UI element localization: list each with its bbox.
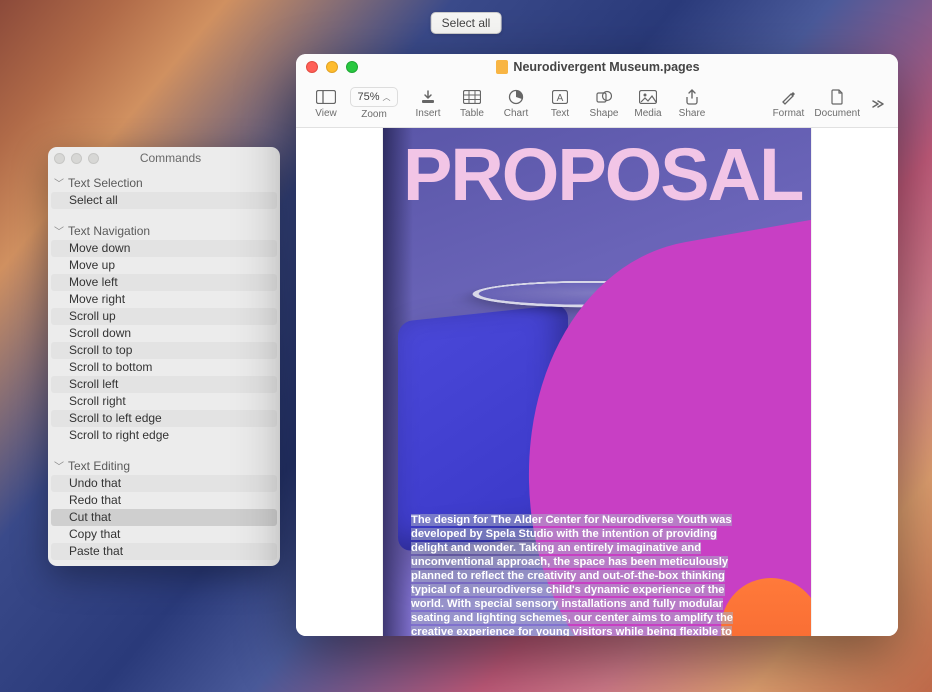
media-icon [639, 88, 657, 106]
view-button[interactable]: View [304, 82, 348, 126]
shape-icon [596, 88, 612, 106]
text-label: Text [551, 108, 569, 119]
command-scroll-down[interactable]: Scroll down [51, 325, 277, 342]
document-title-text: Neurodivergent Museum.pages [513, 60, 699, 74]
selected-text[interactable]: The design for The Alder Center for Neur… [411, 514, 733, 636]
pages-toolbar: View 75% ︿ Zoom Insert Table Chart [296, 80, 898, 128]
zoom-value: 75% [357, 91, 379, 103]
document-icon [831, 88, 844, 106]
group-label: Text Editing [68, 459, 130, 473]
insert-button[interactable]: Insert [406, 82, 450, 126]
voice-control-tooltip: Select all [431, 12, 502, 34]
document-canvas[interactable]: PROPOSAL The design for The Alder Center… [296, 128, 898, 636]
group-label: Text Navigation [68, 224, 150, 238]
share-button[interactable]: Share [670, 82, 714, 126]
media-button[interactable]: Media [626, 82, 670, 126]
command-paste-that[interactable]: Paste that [51, 543, 277, 560]
media-label: Media [634, 108, 661, 119]
share-label: Share [679, 108, 706, 119]
group-label: Text Selection [68, 176, 143, 190]
close-button[interactable] [54, 153, 65, 164]
svg-text:A: A [557, 93, 564, 104]
share-icon [685, 88, 699, 106]
commands-title: Commands [67, 151, 274, 165]
chevron-down-icon: ﹀ [54, 458, 64, 473]
shape-button[interactable]: Shape [582, 82, 626, 126]
command-scroll-to-right-edge[interactable]: Scroll to right edge [51, 427, 277, 444]
command-redo-that[interactable]: Redo that [51, 492, 277, 509]
command-undo-that[interactable]: Undo that [51, 475, 277, 492]
chart-label: Chart [504, 108, 528, 119]
pages-window: Neurodivergent Museum.pages View 75% ︿ Z… [296, 54, 898, 636]
document-label: Document [814, 108, 860, 119]
chevron-down-icon: ﹀ [54, 175, 64, 190]
text-button[interactable]: A Text [538, 82, 582, 126]
zoom-label: Zoom [361, 109, 387, 120]
insert-icon [420, 88, 436, 106]
document-button[interactable]: Document [810, 82, 864, 126]
chevron-down-icon: ︿ [383, 92, 391, 103]
group-text-selection[interactable]: ﹀ Text Selection [48, 169, 280, 192]
command-select-all[interactable]: Select all [51, 192, 277, 209]
command-scroll-to-top[interactable]: Scroll to top [51, 342, 277, 359]
view-label: View [315, 108, 337, 119]
shape-label: Shape [590, 108, 619, 119]
pages-doc-icon [496, 60, 508, 74]
commands-titlebar: Commands [48, 147, 280, 169]
chart-icon [508, 88, 524, 106]
command-scroll-to-left-edge[interactable]: Scroll to left edge [51, 410, 277, 427]
format-icon [780, 88, 796, 106]
sidebar-icon [316, 88, 336, 106]
command-move-right[interactable]: Move right [51, 291, 277, 308]
document-page[interactable]: PROPOSAL The design for The Alder Center… [383, 128, 811, 636]
zoom-control[interactable]: 75% ︿ Zoom [348, 87, 400, 120]
table-button[interactable]: Table [450, 82, 494, 126]
group-text-navigation[interactable]: ﹀ Text Navigation [48, 217, 280, 240]
command-cut-that[interactable]: Cut that [51, 509, 277, 526]
command-scroll-up[interactable]: Scroll up [51, 308, 277, 325]
command-move-down[interactable]: Move down [51, 240, 277, 257]
table-icon [463, 88, 481, 106]
toolbar-overflow-button[interactable] [864, 97, 890, 111]
insert-label: Insert [415, 108, 440, 119]
format-button[interactable]: Format [766, 82, 810, 126]
text-icon: A [552, 88, 568, 106]
chart-button[interactable]: Chart [494, 82, 538, 126]
group-text-editing[interactable]: ﹀ Text Editing [48, 452, 280, 475]
command-scroll-left[interactable]: Scroll left [51, 376, 277, 393]
command-scroll-to-bottom[interactable]: Scroll to bottom [51, 359, 277, 376]
chevron-down-icon: ﹀ [54, 223, 64, 238]
command-move-up[interactable]: Move up [51, 257, 277, 274]
command-move-left[interactable]: Move left [51, 274, 277, 291]
document-title: Neurodivergent Museum.pages [308, 60, 888, 74]
body-paragraph[interactable]: The design for The Alder Center for Neur… [411, 513, 741, 636]
pages-titlebar: Neurodivergent Museum.pages [296, 54, 898, 80]
table-label: Table [460, 108, 484, 119]
command-scroll-right[interactable]: Scroll right [51, 393, 277, 410]
commands-window: Commands ﹀ Text Selection Select all ﹀ T… [48, 147, 280, 566]
heading-proposal[interactable]: PROPOSAL [403, 138, 802, 212]
command-copy-that[interactable]: Copy that [51, 526, 277, 543]
format-label: Format [773, 108, 805, 119]
